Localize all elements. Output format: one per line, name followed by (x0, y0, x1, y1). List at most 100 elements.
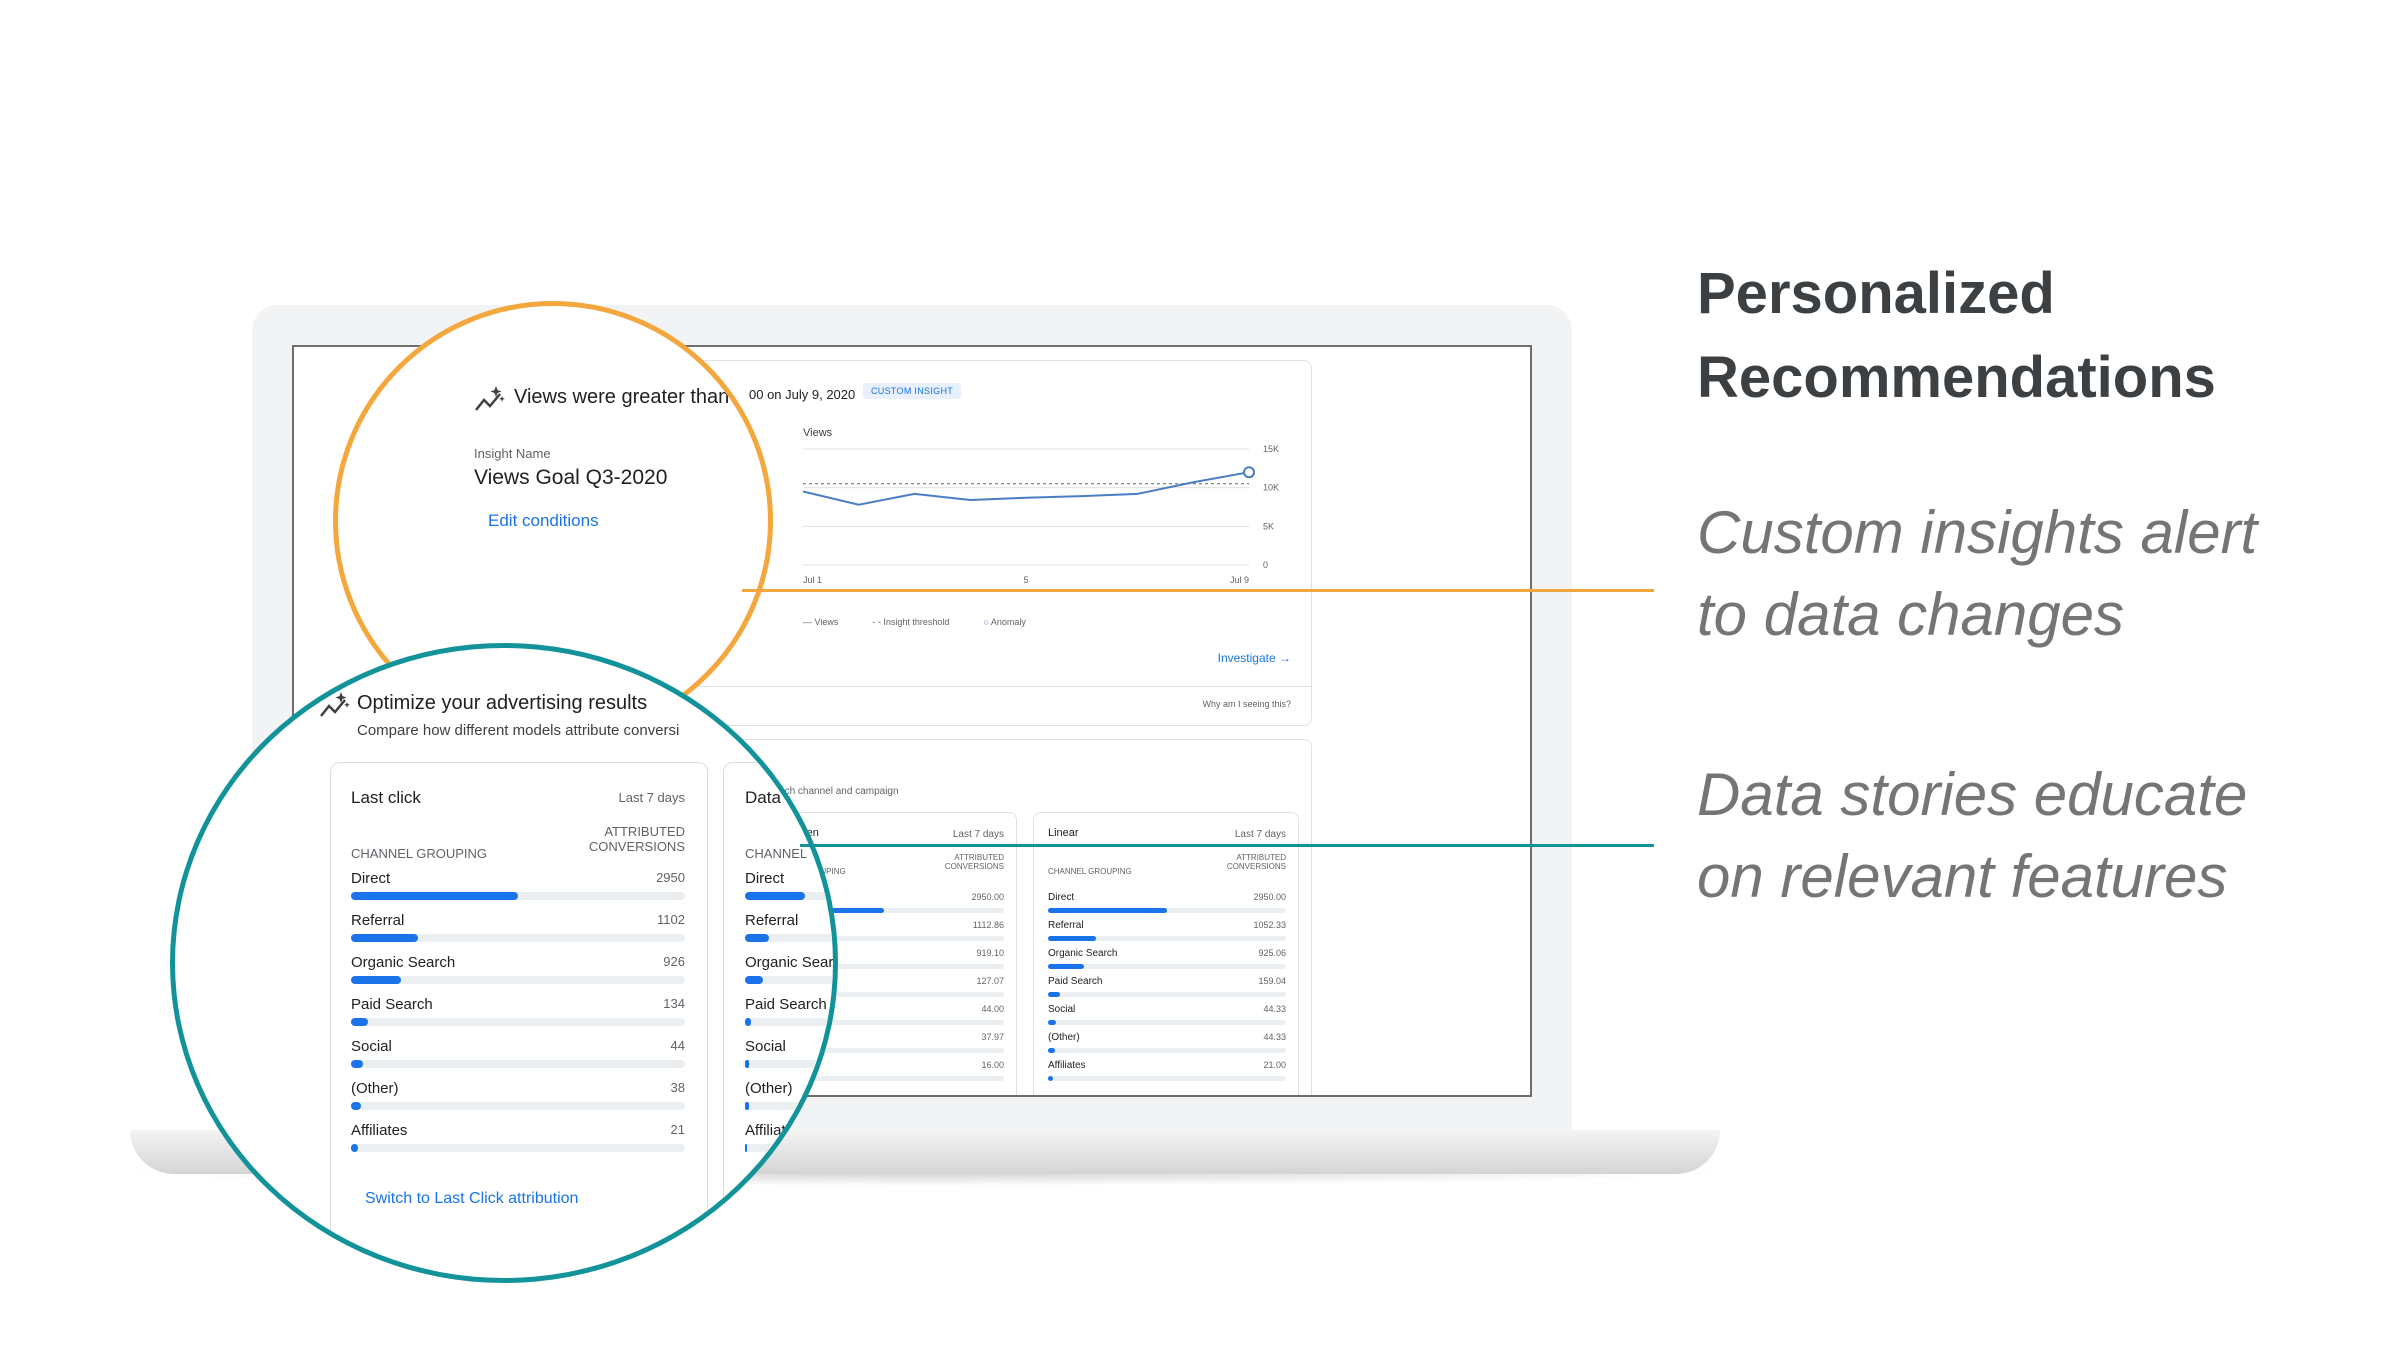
channel-label: Social (1048, 1004, 1076, 1015)
bar-track (1048, 1048, 1286, 1053)
linear-row: Social 44.33 (1034, 1001, 1298, 1029)
bar-fill (745, 1102, 749, 1110)
conversion-value: 44.33 (1263, 1032, 1286, 1042)
slide: 00 on July 9, 2020 CUSTOM INSIGHT Views … (0, 0, 2400, 1350)
linear-row: Direct 2950.00 (1034, 889, 1298, 917)
channel-label: Affiliates (1048, 1060, 1086, 1071)
last-click-row: Organic Search 926 (351, 954, 685, 996)
conversion-value: 16.00 (981, 1060, 1004, 1070)
data-driven-col-header-peek: CHANNEL (745, 846, 808, 861)
data-driven-row-peek: Organic Search (745, 954, 834, 996)
channel-label: Paid Search (1048, 976, 1103, 987)
callout-custom-insights: Custom insights alert to data changes (1697, 492, 2377, 656)
bar-fill (1048, 1020, 1057, 1025)
channel-label: Organic Search (351, 954, 456, 971)
conversion-value: 21 (670, 1122, 685, 1137)
bar-fill (745, 1144, 748, 1152)
channel-label: Organic Search (745, 954, 834, 971)
last-click-range: Last 7 days (618, 790, 686, 805)
data-driven-title-peek: Data (745, 788, 781, 807)
anomaly-marker (1243, 466, 1255, 479)
data-driven-row-peek: Paid Search (745, 996, 833, 1038)
insight-title: Views were greater than (514, 386, 730, 408)
story-title: Optimize your advertising results (357, 692, 648, 714)
bar-track (351, 1018, 685, 1026)
data-driven-col-header-2: ATTRIBUTED CONVERSIONS (944, 853, 1004, 871)
channel-label: (Other) (351, 1080, 399, 1097)
story-subtitle: Compare how different models attribute c… (357, 722, 680, 739)
bar-fill (351, 892, 518, 900)
insight-title-rest: 00 on July 9, 2020 (749, 387, 856, 402)
bar-fill (351, 1144, 358, 1152)
callout-2-line-1: Data stories educate (1697, 761, 2248, 828)
edit-conditions-link[interactable]: Edit conditions (488, 511, 599, 531)
linear-row: (Other) 44.33 (1034, 1029, 1298, 1057)
channel-label: Direct (351, 870, 391, 887)
conversion-value: 1102 (657, 912, 685, 927)
channel-label: Social (745, 1038, 786, 1055)
legend-item-threshold: - - Insight threshold (872, 617, 950, 627)
channel-label: Paid Search (745, 996, 827, 1013)
conversion-value: 44.33 (1263, 1004, 1286, 1014)
callout-data-stories: Data stories educate on relevant feature… (1697, 754, 2377, 918)
bar-track (1048, 1020, 1286, 1025)
last-click-col-header-2: ATTRIBUTED CONVERSIONS (588, 824, 685, 854)
conversion-value: 38 (670, 1080, 685, 1095)
bar-fill (745, 934, 769, 942)
y-tick-label: 15K (1263, 444, 1279, 454)
insight-name-value: Views Goal Q3-2020 (474, 466, 668, 489)
last-click-row: Referral 1102 (351, 912, 685, 954)
bar-track (351, 976, 685, 984)
slide-heading: Personalized Recommendations (1697, 252, 2357, 420)
channel-label: Paid Search (351, 996, 433, 1013)
linear-row: Organic Search 925.06 (1034, 945, 1298, 973)
y-tick-label: 10K (1263, 483, 1279, 493)
linear-rows: Direct 2950.00 Referral 1052.33 Organic Sear… (1034, 889, 1298, 1085)
why-link[interactable]: Why am I seeing this? (1202, 699, 1291, 709)
linear-row: Referral 1052.33 (1034, 917, 1298, 945)
views-chart: 15K 10K 5K 0 Jul 1 5 Jul 9 (802, 444, 1279, 585)
last-click-col-header: CHANNEL GROUPING (351, 846, 488, 861)
callout-1-line-2: to data changes (1697, 581, 2125, 648)
channel-label: Referral (1048, 920, 1084, 931)
last-click-row: Affiliates 21 (351, 1122, 685, 1164)
linear-row: Paid Search 159.04 (1034, 973, 1298, 1001)
bar-fill (351, 1102, 362, 1110)
bar-fill (351, 934, 418, 942)
investigate-link[interactable]: Investigate → (1218, 651, 1291, 665)
bar-track (351, 892, 685, 900)
channel-label: (Other) (745, 1080, 793, 1097)
conversion-value: 1052.33 (1253, 920, 1286, 930)
channel-label: Referral (351, 912, 405, 929)
switch-attribution-link[interactable]: Switch to Last Click attribution (365, 1190, 578, 1208)
views-series-line (802, 471, 1250, 506)
data-driven-row-peek: Direct (745, 870, 833, 912)
insights-sparkle-icon (320, 692, 350, 717)
conversion-value: 127.07 (976, 976, 1004, 986)
y-tick-label: 0 (1263, 560, 1268, 570)
legend-item-views: — Views (803, 617, 839, 627)
legend-item-anomaly: ○ Anomaly (983, 617, 1026, 627)
last-click-row: Direct 2950 (351, 870, 685, 912)
bar-track (745, 934, 833, 942)
bar-track (351, 1144, 685, 1152)
bar-fill (1048, 964, 1084, 969)
chart-title: Views (803, 427, 833, 439)
linear-range: Last 7 days (1234, 829, 1286, 840)
channel-label: (Other) (1048, 1032, 1080, 1043)
linear-column: Linear Last 7 days CHANNEL GROUPING ATTR… (1033, 812, 1299, 1095)
conversion-value: 159.04 (1258, 976, 1286, 986)
bar-track (745, 1018, 833, 1026)
conversion-value: 44 (670, 1038, 685, 1053)
bar-fill (1048, 936, 1096, 941)
callout-1-line-1: Custom insights alert (1697, 499, 2258, 566)
bar-fill (745, 1018, 751, 1026)
custom-insight-badge: CUSTOM INSIGHT (863, 383, 962, 399)
bar-track (745, 1060, 833, 1068)
data-driven-row-peek: (Other) (745, 1080, 833, 1122)
conversion-value: 919.10 (976, 948, 1004, 958)
bar-fill (745, 976, 763, 984)
conversion-value: 44.00 (981, 1004, 1004, 1014)
bar-track (351, 1102, 685, 1110)
heading-line-2: Recommendations (1697, 345, 2216, 410)
